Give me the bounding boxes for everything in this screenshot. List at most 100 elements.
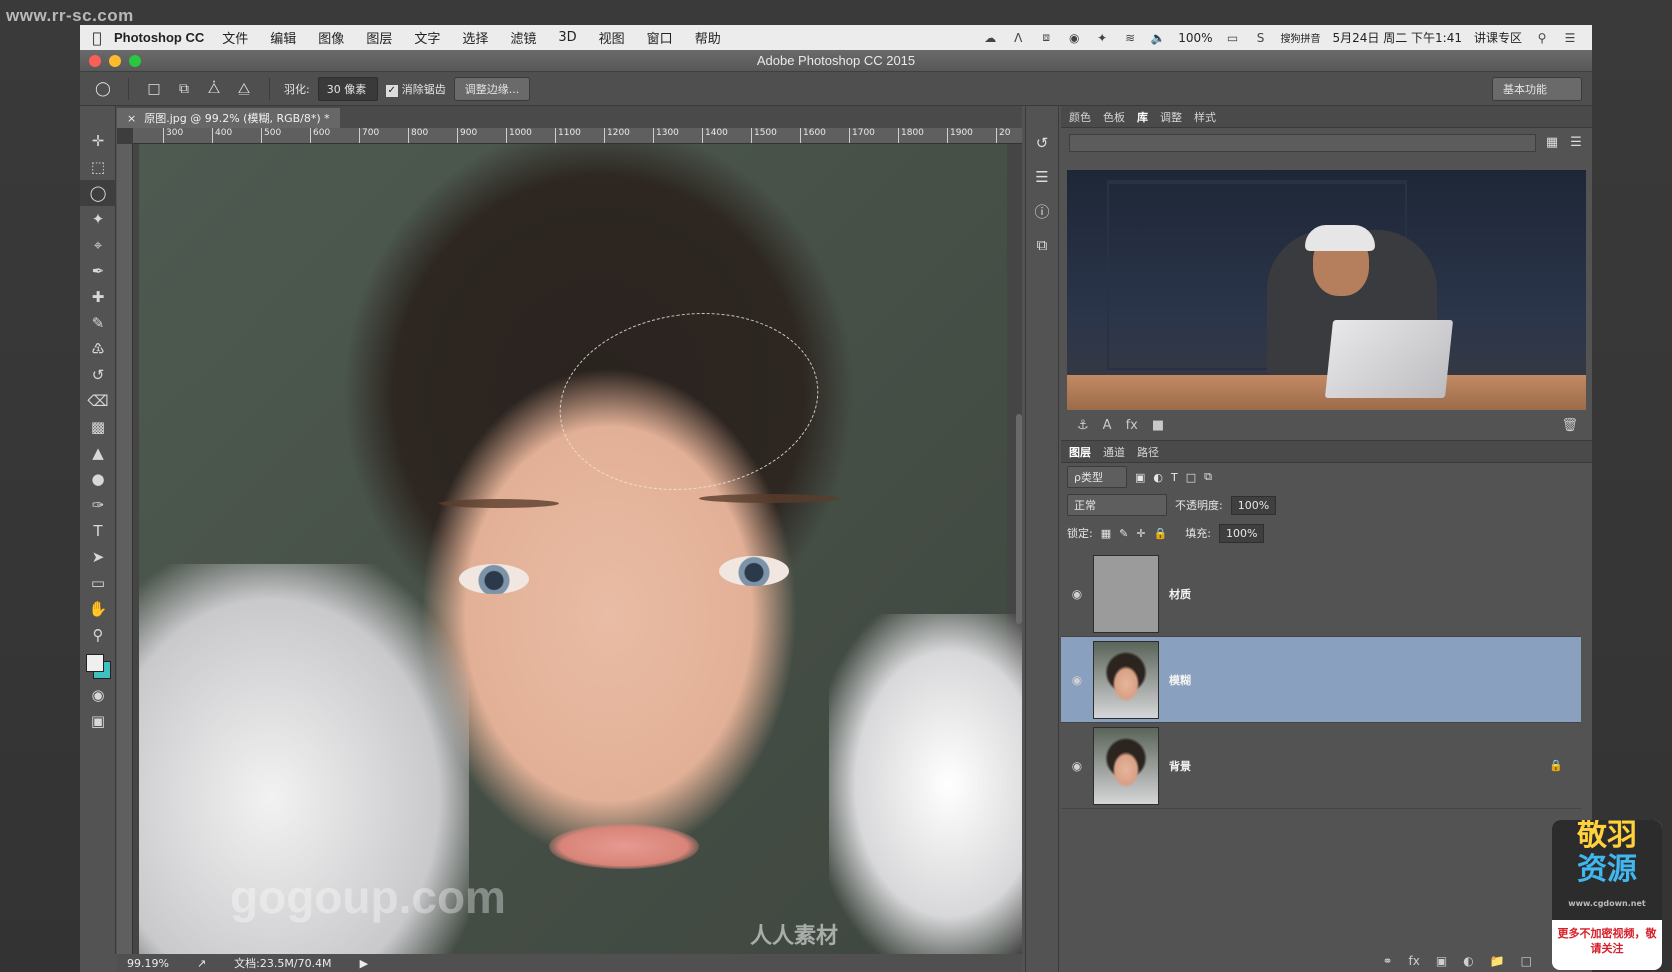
filter-type-icon[interactable]: T [1171, 471, 1178, 484]
pen-tool-icon[interactable]: ✑ [80, 492, 116, 518]
filter-adjustment-icon[interactable]: ◐ [1153, 471, 1163, 484]
volume-icon[interactable]: 🔈 [1150, 31, 1166, 45]
brush-tool-icon[interactable]: ✎ [80, 310, 116, 336]
menubar-clock[interactable]: 5月24日 周二 下午1:41 [1333, 29, 1462, 46]
menu-window[interactable]: 窗口 [647, 28, 673, 47]
menu-image[interactable]: 图像 [318, 28, 344, 47]
menu-view[interactable]: 视图 [599, 28, 625, 47]
vertical-ruler[interactable] [117, 144, 133, 954]
screen-mode-icon[interactable]: ▣ [80, 708, 116, 734]
layer-name[interactable]: 材质 [1169, 586, 1191, 602]
antialias-checkbox[interactable]: ✓ 消除锯齿 [385, 81, 446, 97]
tab-adjustments[interactable]: 调整 [1160, 109, 1182, 125]
workspace-select[interactable]: 基本功能 [1492, 76, 1582, 101]
new-layer-icon[interactable]: □ [1521, 954, 1532, 968]
magic-wand-tool-icon[interactable]: ✦ [80, 206, 116, 232]
layer-row-texture[interactable]: ◉ 材质 [1061, 551, 1581, 637]
lasso-selection-marquee[interactable] [548, 296, 830, 507]
menu-3d[interactable]: 3D [558, 30, 576, 45]
vertical-scrollbar[interactable] [1016, 414, 1022, 624]
lock-pixels-icon[interactable]: ✎ [1119, 527, 1128, 540]
filter-smart-object-icon[interactable]: ⧉ [1204, 470, 1212, 484]
tab-layers[interactable]: 图层 [1069, 444, 1091, 460]
network-icon[interactable]: ✦ [1094, 31, 1110, 45]
new-group-icon[interactable]: 📁 [1490, 954, 1505, 968]
info-panel-icon[interactable]: ⓘ [1026, 194, 1058, 228]
feather-input[interactable]: 30 像素 [317, 76, 378, 101]
color-swatches[interactable] [80, 648, 116, 682]
adjustment-layer-icon[interactable]: ◐ [1463, 954, 1473, 968]
menubar-user[interactable]: 讲课专区 [1474, 29, 1522, 46]
image-canvas[interactable] [133, 144, 1022, 954]
close-window-button[interactable] [89, 54, 101, 67]
rectangle-tool-icon[interactable]: ▭ [80, 570, 116, 596]
crop-tool-icon[interactable]: ⌖ [80, 232, 116, 258]
healing-brush-tool-icon[interactable]: ✚ [80, 284, 116, 310]
fill-input[interactable]: 100% [1218, 523, 1265, 543]
wifi-icon[interactable]: ≋ [1122, 31, 1138, 45]
menu-layer[interactable]: 图层 [366, 28, 392, 47]
horizontal-ruler[interactable]: 300 400 500 600 700 800 900 1000 1100 12… [133, 128, 1022, 144]
layer-filter-select[interactable]: ρ类型 [1067, 466, 1127, 488]
subtract-selection-icon[interactable]: ⧊ [203, 78, 225, 100]
library-trash-icon[interactable]: 🗑 [1561, 418, 1578, 433]
visibility-eye-icon[interactable]: ◉ [1061, 587, 1093, 601]
apple-icon[interactable]:  [80, 29, 114, 47]
dodge-tool-icon[interactable]: ● [80, 466, 116, 492]
new-selection-icon[interactable]: □ [143, 78, 165, 100]
add-graphic-icon[interactable]: ⚓ [1077, 418, 1089, 433]
zoom-level[interactable]: 99.19% [127, 957, 169, 970]
tab-styles[interactable]: 样式 [1194, 109, 1216, 125]
history-panel-icon[interactable]: ↺ [1026, 126, 1058, 160]
grid-view-icon[interactable]: ▦ [1544, 135, 1560, 151]
notification-center-icon[interactable]: ☰ [1562, 31, 1578, 45]
eraser-tool-icon[interactable]: ⌫ [80, 388, 116, 414]
zoom-tool-icon[interactable]: ⚲ [80, 622, 116, 648]
add-mask-icon[interactable]: ▣ [1436, 954, 1447, 968]
visibility-eye-icon[interactable]: ◉ [1061, 673, 1093, 687]
path-selection-tool-icon[interactable]: ➤ [80, 544, 116, 570]
menu-type[interactable]: 文字 [414, 28, 440, 47]
tab-channels[interactable]: 通道 [1103, 444, 1125, 460]
tab-libraries[interactable]: 库 [1137, 109, 1148, 125]
quick-mask-icon[interactable]: ◉ [80, 682, 116, 708]
lasso-preset-icon[interactable]: ◯ [92, 78, 114, 100]
lock-all-icon[interactable]: 🔒 [1154, 527, 1168, 540]
gradient-tool-icon[interactable]: ▩ [80, 414, 116, 440]
history-brush-tool-icon[interactable]: ↺ [80, 362, 116, 388]
layer-name[interactable]: 背景 [1169, 758, 1191, 774]
adobe-icon[interactable]: Λ [1010, 31, 1026, 45]
blur-tool-icon[interactable]: ▲ [80, 440, 116, 466]
list-view-icon[interactable]: ☰ [1568, 135, 1584, 151]
paths-panel-icon[interactable]: ⧉ [1026, 228, 1058, 262]
creative-cloud-icon[interactable]: ☁ [982, 31, 998, 45]
properties-panel-icon[interactable]: ☰ [1026, 160, 1058, 194]
add-character-style-icon[interactable]: A [1103, 418, 1112, 433]
clone-stamp-tool-icon[interactable]: ♳ [80, 336, 116, 362]
intersect-selection-icon[interactable]: ⧋ [233, 78, 255, 100]
record-icon[interactable]: ◉ [1066, 31, 1082, 45]
document-tab[interactable]: × 原图.jpg @ 99.2% (模糊, RGB/8*) * [117, 108, 340, 128]
type-tool-icon[interactable]: T [80, 518, 116, 544]
tab-paths[interactable]: 路径 [1137, 444, 1159, 460]
library-dropdown[interactable] [1069, 134, 1536, 152]
tab-color[interactable]: 颜色 [1069, 109, 1091, 125]
add-selection-icon[interactable]: ⧉ [173, 78, 195, 100]
opacity-input[interactable]: 100% [1230, 495, 1277, 515]
export-icon[interactable]: ↗ [197, 957, 206, 970]
screen-icon[interactable]: ⧈ [1038, 30, 1054, 45]
refine-edge-button[interactable]: 调整边缘... [453, 76, 531, 101]
document-size[interactable]: 文档:23.5M/70.4M [234, 955, 331, 971]
layer-row-background[interactable]: ◉ 背景 🔒 [1061, 723, 1581, 809]
lock-position-icon[interactable]: ✛ [1136, 527, 1145, 540]
menu-file[interactable]: 文件 [222, 28, 248, 47]
eyedropper-tool-icon[interactable]: ✒ [80, 258, 116, 284]
add-color-icon[interactable]: ■ [1152, 418, 1164, 433]
layer-name[interactable]: 模糊 [1169, 672, 1191, 688]
menu-select[interactable]: 选择 [462, 28, 488, 47]
marquee-tool-icon[interactable]: ⬚ [80, 154, 116, 180]
filter-pixel-icon[interactable]: ▣ [1135, 471, 1145, 484]
blend-mode-select[interactable]: 正常 [1067, 494, 1167, 516]
tab-swatches[interactable]: 色板 [1103, 109, 1125, 125]
foreground-color-swatch[interactable] [86, 654, 104, 672]
